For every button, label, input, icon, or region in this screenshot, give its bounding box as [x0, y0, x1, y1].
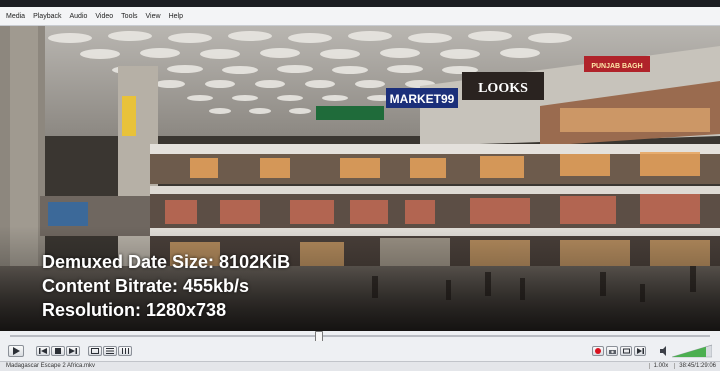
volume-slider[interactable]	[671, 344, 713, 358]
menu-audio[interactable]: Audio	[69, 13, 87, 20]
loop-icon	[622, 348, 630, 354]
next-button[interactable]	[66, 346, 80, 356]
volume-control[interactable]	[660, 344, 713, 358]
record-button[interactable]	[592, 346, 604, 356]
title-bar	[0, 0, 720, 7]
menu-video[interactable]: Video	[95, 13, 113, 20]
snapshot-icon	[608, 349, 616, 354]
previous-icon	[39, 348, 47, 354]
seek-track[interactable]	[10, 335, 710, 337]
extended-settings-button[interactable]	[118, 346, 132, 356]
video-area[interactable]: MARKET99 LOOKS PUNJAB BAGH Demuxed Date …	[0, 26, 720, 331]
volume-icon[interactable]	[660, 346, 670, 356]
punjab-bagh-sign-text: PUNJAB BAGH	[591, 63, 642, 70]
content-bitrate-text: Content Bitrate: 455kb/s	[42, 276, 250, 296]
extended-settings-icon	[122, 348, 129, 354]
playlist-icon	[106, 348, 114, 354]
next-icon	[69, 348, 77, 354]
snapshot-button[interactable]	[606, 346, 618, 356]
previous-button[interactable]	[36, 346, 50, 356]
menu-media[interactable]: Media	[6, 13, 25, 20]
status-time[interactable]: 38:45/1:29:06	[674, 363, 716, 369]
menu-bar: Media Playback Audio Video Tools View He…	[0, 7, 720, 26]
stop-button[interactable]	[51, 346, 65, 356]
loop-button[interactable]	[620, 346, 632, 356]
record-icon	[595, 348, 601, 354]
seek-bar[interactable]	[0, 331, 720, 342]
fullscreen-button[interactable]	[88, 346, 102, 356]
playlist-button[interactable]	[103, 346, 117, 356]
looks-sign-text: LOOKS	[478, 81, 528, 96]
fullscreen-icon	[91, 348, 99, 354]
control-bar	[0, 341, 720, 361]
demuxed-size-text: Demuxed Date Size: 8102KiB	[42, 252, 291, 272]
menu-playback[interactable]: Playback	[33, 13, 61, 20]
frame-step-icon	[636, 348, 644, 354]
frame-step-button[interactable]	[634, 346, 646, 356]
status-speed[interactable]: 1.00x	[648, 363, 668, 369]
stop-icon	[55, 348, 61, 354]
menu-tools[interactable]: Tools	[121, 13, 137, 20]
menu-view[interactable]: View	[146, 13, 161, 20]
status-filename: Madagascar Escape 2 Africa.mkv	[6, 363, 96, 369]
resolution-text: Resolution: 1280x738	[42, 300, 227, 320]
media-info-overlay: Demuxed Date Size: 8102KiB Content Bitra…	[42, 250, 290, 322]
play-icon	[13, 347, 20, 355]
market99-sign-text: MARKET99	[390, 92, 455, 106]
menu-help[interactable]: Help	[169, 13, 183, 20]
play-button[interactable]	[8, 345, 24, 357]
status-right-group: 1.00x 38:45/1:29:06	[648, 363, 716, 369]
status-bar: Madagascar Escape 2 Africa.mkv 1.00x 38:…	[0, 361, 720, 371]
